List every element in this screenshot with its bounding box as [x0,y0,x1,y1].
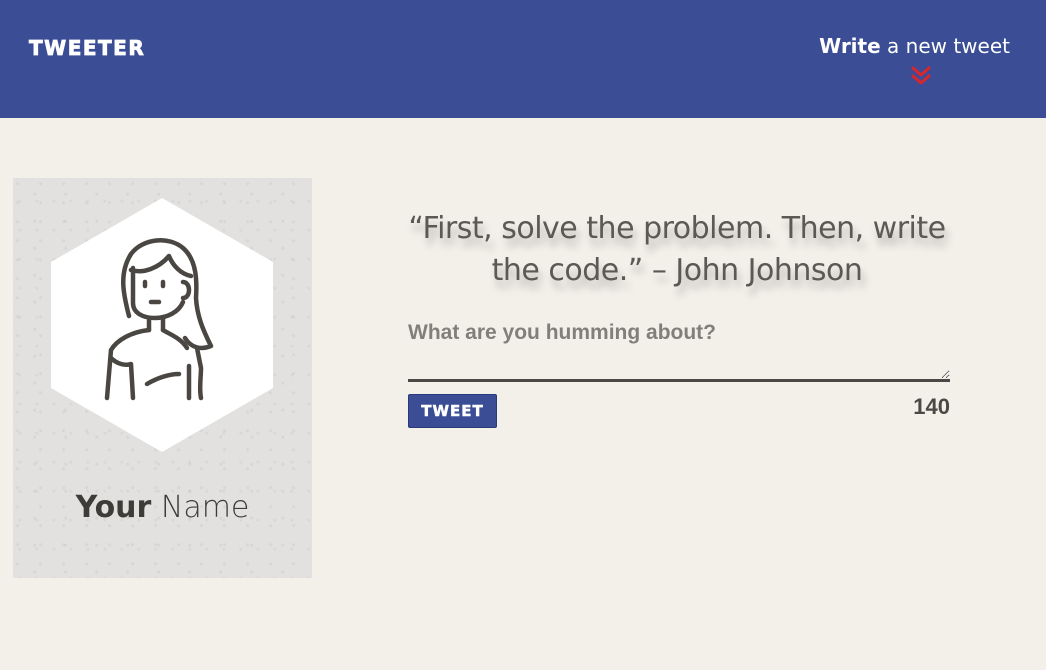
profile-name: Your Name [13,490,312,525]
tweet-input[interactable] [408,352,950,382]
quote-text: “First, solve the problem. Then, write t… [408,211,946,288]
profile-name-last: Name [160,490,250,525]
write-label: Write [819,34,881,58]
navbar: TWEETER Write a new tweet [0,0,1046,118]
tweet-button[interactable]: TWEET [408,394,497,428]
profile-name-first: Your [75,490,152,525]
character-counter: 140 [913,394,950,419]
write-new-tweet-toggle[interactable]: Write a new tweet [819,34,1010,58]
user-avatar-icon [51,198,273,452]
composer-prompt: What are you humming about? [408,321,716,344]
double-chevron-down-icon[interactable] [910,66,932,86]
brand-logo[interactable]: TWEETER [29,36,145,61]
profile-card: Your Name [13,178,312,578]
new-tweet-label: a new tweet [887,34,1010,58]
